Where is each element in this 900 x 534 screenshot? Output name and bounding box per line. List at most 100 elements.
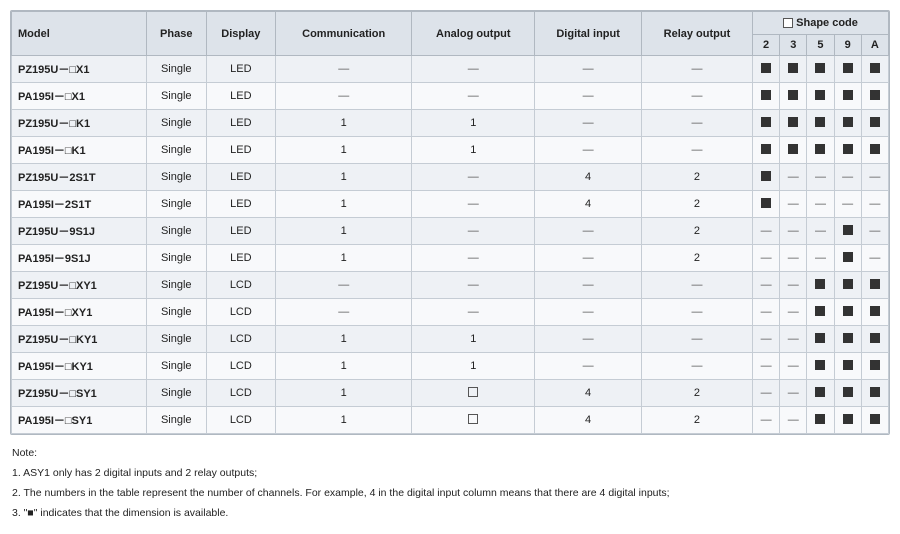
- phase-cell: Single: [146, 326, 206, 353]
- s9-cell: —: [834, 164, 861, 191]
- analog-cell: [412, 407, 535, 434]
- phase-cell: Single: [146, 218, 206, 245]
- black-square-icon: [815, 306, 825, 316]
- dash-symbol: —: [815, 252, 826, 264]
- black-square-icon: [761, 63, 771, 73]
- dash-symbol: —: [468, 225, 479, 237]
- comm-cell: 1: [276, 245, 412, 272]
- black-square-icon: [788, 117, 798, 127]
- table-row: PA195I－2S1TSingleLED1—42————: [12, 191, 889, 218]
- display-cell: LED: [206, 245, 276, 272]
- dash-symbol: —: [815, 198, 826, 210]
- comm-cell: 1: [276, 164, 412, 191]
- black-square-icon: [788, 90, 798, 100]
- s9-cell: [834, 353, 861, 380]
- analog-cell: 1: [412, 326, 535, 353]
- black-square-icon: [870, 306, 880, 316]
- dash-symbol: —: [788, 360, 799, 372]
- black-square-icon: [843, 333, 853, 343]
- phase-cell: Single: [146, 83, 206, 110]
- analog-cell: —: [412, 245, 535, 272]
- s5-cell: [807, 380, 834, 407]
- relay-cell: —: [641, 326, 752, 353]
- black-square-icon: [815, 387, 825, 397]
- shape-col-A: A: [861, 35, 888, 56]
- s9-cell: [834, 56, 861, 83]
- sA-cell: [861, 326, 888, 353]
- dash-symbol: —: [761, 414, 772, 426]
- dash-symbol: —: [691, 63, 702, 75]
- comm-cell: —: [276, 83, 412, 110]
- relay-cell: —: [641, 272, 752, 299]
- table-row: PA195I－□K1SingleLED11——: [12, 137, 889, 164]
- dash-symbol: —: [869, 225, 880, 237]
- black-square-icon: [870, 387, 880, 397]
- dash-symbol: —: [815, 225, 826, 237]
- black-square-icon: [870, 333, 880, 343]
- table-row: PA195I－□SY1SingleLCD142——: [12, 407, 889, 434]
- s9-cell: [834, 137, 861, 164]
- comm-cell: 1: [276, 353, 412, 380]
- s9-cell: [834, 218, 861, 245]
- black-square-icon: [843, 414, 853, 424]
- black-square-icon: [843, 63, 853, 73]
- black-square-icon: [843, 387, 853, 397]
- s5-cell: [807, 272, 834, 299]
- sA-cell: —: [861, 164, 888, 191]
- dash-symbol: —: [691, 90, 702, 102]
- relay-cell: —: [641, 137, 752, 164]
- black-square-icon: [761, 90, 771, 100]
- table-row: PZ195U－2S1TSingleLED1—42————: [12, 164, 889, 191]
- phase-cell: Single: [146, 137, 206, 164]
- s5-cell: —: [807, 245, 834, 272]
- s3-cell: —: [780, 407, 807, 434]
- digital-cell: —: [535, 218, 642, 245]
- s5-cell: [807, 407, 834, 434]
- dash-symbol: —: [583, 117, 594, 129]
- model-cell: PA195I－2S1T: [12, 191, 147, 218]
- phase-cell: Single: [146, 407, 206, 434]
- dash-symbol: —: [788, 225, 799, 237]
- table-row: PZ195U－9S1JSingleLED1——2————: [12, 218, 889, 245]
- main-table-wrapper: Model Phase Display Communication Analog…: [10, 10, 890, 435]
- empty-square-icon: [468, 414, 478, 424]
- s2-cell: —: [753, 299, 780, 326]
- dash-symbol: —: [468, 306, 479, 318]
- relay-cell: 2: [641, 245, 752, 272]
- dash-symbol: —: [788, 171, 799, 183]
- dash-symbol: —: [583, 144, 594, 156]
- dash-symbol: —: [761, 333, 772, 345]
- s3-cell: [780, 56, 807, 83]
- s2-cell: [753, 83, 780, 110]
- s2-cell: [753, 56, 780, 83]
- black-square-icon: [843, 225, 853, 235]
- black-square-icon: [815, 90, 825, 100]
- dash-symbol: —: [583, 279, 594, 291]
- relay-cell: 2: [641, 380, 752, 407]
- table-row: PA195I－9S1JSingleLED1——2————: [12, 245, 889, 272]
- analog-cell: —: [412, 56, 535, 83]
- analog-cell: 1: [412, 110, 535, 137]
- black-square-icon: [761, 117, 771, 127]
- dash-symbol: —: [761, 252, 772, 264]
- sA-cell: [861, 272, 888, 299]
- dash-symbol: —: [338, 90, 349, 102]
- s3-cell: [780, 137, 807, 164]
- s5-cell: [807, 326, 834, 353]
- s3-cell: —: [780, 218, 807, 245]
- dash-symbol: —: [788, 279, 799, 291]
- digital-input-header: Digital input: [535, 12, 642, 56]
- empty-square-icon: [468, 387, 478, 397]
- s3-cell: —: [780, 326, 807, 353]
- digital-cell: 4: [535, 407, 642, 434]
- sA-cell: —: [861, 218, 888, 245]
- dash-symbol: —: [788, 252, 799, 264]
- table-row: PZ195U－□XY1SingleLCD——————: [12, 272, 889, 299]
- relay-cell: 2: [641, 191, 752, 218]
- dash-symbol: —: [761, 225, 772, 237]
- dash-symbol: —: [468, 90, 479, 102]
- phase-cell: Single: [146, 299, 206, 326]
- display-cell: LED: [206, 56, 276, 83]
- black-square-icon: [843, 117, 853, 127]
- s2-cell: —: [753, 380, 780, 407]
